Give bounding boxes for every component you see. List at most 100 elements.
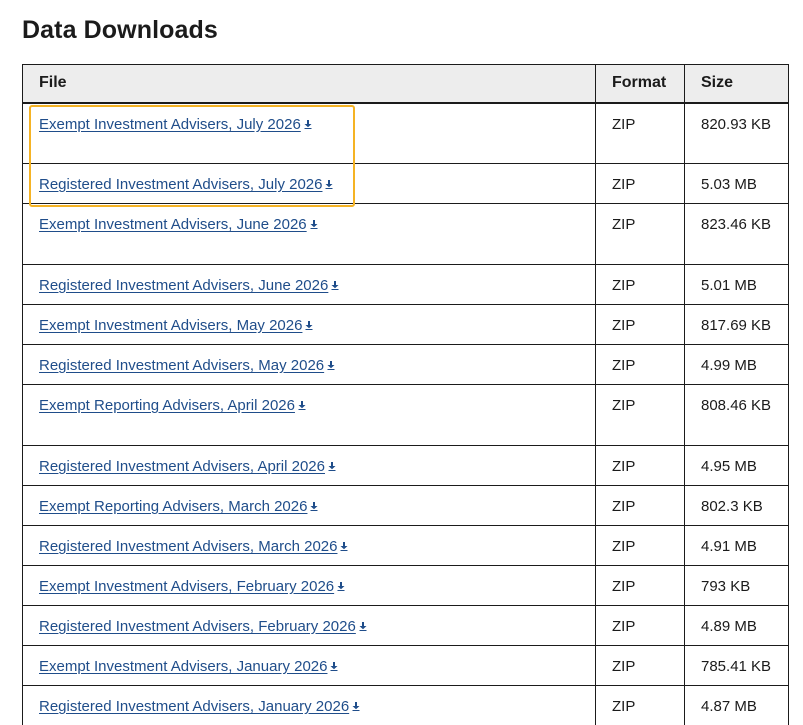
table-header-row: File Format Size bbox=[22, 64, 789, 104]
column-header-file: File bbox=[22, 64, 596, 104]
file-download-link[interactable]: Registered Investment Advisers, May 2026 bbox=[39, 357, 335, 374]
file-cell: Registered Investment Advisers, July 202… bbox=[22, 163, 596, 204]
file-download-link[interactable]: Exempt Investment Advisers, July 2026 bbox=[39, 116, 312, 133]
file-link-label: Registered Investment Advisers, April 20… bbox=[39, 458, 325, 475]
table-row: Registered Investment Advisers, June 202… bbox=[22, 264, 789, 305]
file-download-link[interactable]: Exempt Investment Advisers, January 2026 bbox=[39, 658, 338, 675]
downloads-table-container: File Format Size Exempt Investment Advis… bbox=[22, 64, 789, 725]
file-cell: Registered Investment Advisers, March 20… bbox=[22, 525, 596, 566]
table-header: File Format Size bbox=[22, 64, 789, 104]
format-cell: ZIP bbox=[595, 685, 685, 725]
table-body: Exempt Investment Advisers, July 2026 ZIP… bbox=[22, 102, 789, 725]
file-cell: Registered Investment Advisers, February… bbox=[22, 605, 596, 646]
file-download-link[interactable]: Exempt Investment Advisers, February 202… bbox=[39, 578, 345, 595]
format-cell: ZIP bbox=[595, 445, 685, 486]
file-link-label: Exempt Investment Advisers, February 202… bbox=[39, 578, 335, 595]
size-cell: 4.87 MB bbox=[684, 685, 789, 725]
table-row: Registered Investment Advisers, March 20… bbox=[22, 525, 789, 566]
file-link-label: Exempt Investment Advisers, June 2026 bbox=[39, 216, 307, 233]
file-download-link[interactable]: Exempt Reporting Advisers, April 2026 bbox=[39, 397, 306, 414]
table-row: Registered Investment Advisers, February… bbox=[22, 605, 789, 646]
column-header-format: Format bbox=[595, 64, 685, 104]
file-cell: Registered Investment Advisers, April 20… bbox=[22, 445, 596, 486]
table-row: Exempt Investment Advisers, May 2026 ZIP 8… bbox=[22, 304, 789, 345]
file-cell: Exempt Investment Advisers, July 2026 bbox=[22, 102, 596, 164]
file-cell: Exempt Investment Advisers, May 2026 bbox=[22, 304, 596, 345]
downloads-table: File Format Size Exempt Investment Advis… bbox=[22, 64, 789, 725]
size-cell: 823.46 KB bbox=[684, 203, 789, 265]
format-cell: ZIP bbox=[595, 384, 685, 446]
size-cell: 817.69 KB bbox=[684, 304, 789, 345]
file-cell: Registered Investment Advisers, June 202… bbox=[22, 264, 596, 305]
file-link-label: Exempt Investment Advisers, January 2026 bbox=[39, 658, 328, 675]
format-cell: ZIP bbox=[595, 304, 685, 345]
download-icon bbox=[325, 180, 333, 189]
download-icon bbox=[310, 502, 318, 511]
format-cell: ZIP bbox=[595, 525, 685, 566]
file-download-link[interactable]: Exempt Investment Advisers, May 2026 bbox=[39, 317, 313, 334]
file-link-label: Registered Investment Advisers, July 202… bbox=[39, 176, 323, 193]
file-download-link[interactable]: Exempt Investment Advisers, June 2026 bbox=[39, 216, 318, 233]
table-row: Registered Investment Advisers, April 20… bbox=[22, 445, 789, 486]
format-cell: ZIP bbox=[595, 645, 685, 686]
download-icon bbox=[337, 582, 345, 591]
file-link-label: Exempt Reporting Advisers, March 2026 bbox=[39, 498, 308, 515]
download-icon bbox=[310, 220, 318, 229]
file-link-label: Exempt Investment Advisers, May 2026 bbox=[39, 317, 303, 334]
download-icon bbox=[328, 462, 336, 471]
file-cell: Exempt Reporting Advisers, April 2026 bbox=[22, 384, 596, 446]
format-cell: ZIP bbox=[595, 264, 685, 305]
format-cell: ZIP bbox=[595, 485, 685, 526]
format-cell: ZIP bbox=[595, 163, 685, 204]
file-cell: Registered Investment Advisers, May 2026 bbox=[22, 344, 596, 385]
download-icon bbox=[340, 542, 348, 551]
download-icon bbox=[331, 281, 339, 290]
file-download-link[interactable]: Registered Investment Advisers, March 20… bbox=[39, 538, 348, 555]
file-link-label: Registered Investment Advisers, March 20… bbox=[39, 538, 338, 555]
size-cell: 5.01 MB bbox=[684, 264, 789, 305]
page-title: Data Downloads bbox=[22, 16, 218, 44]
file-cell: Exempt Investment Advisers, June 2026 bbox=[22, 203, 596, 265]
table-row: Exempt Investment Advisers, February 202… bbox=[22, 565, 789, 606]
size-cell: 5.03 MB bbox=[684, 163, 789, 204]
table-row: Registered Investment Advisers, January … bbox=[22, 685, 789, 725]
file-link-label: Exempt Reporting Advisers, April 2026 bbox=[39, 397, 295, 414]
size-cell: 4.91 MB bbox=[684, 525, 789, 566]
file-download-link[interactable]: Registered Investment Advisers, April 20… bbox=[39, 458, 336, 475]
file-cell: Exempt Investment Advisers, February 202… bbox=[22, 565, 596, 606]
table-row: Exempt Reporting Advisers, April 2026 ZIP… bbox=[22, 384, 789, 446]
download-icon bbox=[305, 321, 313, 330]
file-download-link[interactable]: Registered Investment Advisers, June 202… bbox=[39, 277, 339, 294]
size-cell: 4.95 MB bbox=[684, 445, 789, 486]
table-row: Registered Investment Advisers, July 202… bbox=[22, 163, 789, 204]
format-cell: ZIP bbox=[595, 203, 685, 265]
column-header-size: Size bbox=[684, 64, 789, 104]
file-link-label: Exempt Investment Advisers, July 2026 bbox=[39, 115, 301, 133]
size-cell: 808.46 KB bbox=[684, 384, 789, 446]
size-cell: 793 KB bbox=[684, 565, 789, 606]
format-cell: ZIP bbox=[595, 102, 685, 164]
table-row: Registered Investment Advisers, May 2026… bbox=[22, 344, 789, 385]
download-icon bbox=[304, 119, 312, 129]
download-icon bbox=[330, 662, 338, 671]
size-cell: 785.41 KB bbox=[684, 645, 789, 686]
file-link-label: Registered Investment Advisers, February… bbox=[39, 618, 356, 635]
size-cell: 820.93 KB bbox=[684, 102, 789, 164]
table-row: Exempt Investment Advisers, June 2026 ZIP… bbox=[22, 203, 789, 265]
file-download-link[interactable]: Registered Investment Advisers, July 202… bbox=[39, 176, 333, 193]
file-download-link[interactable]: Exempt Reporting Advisers, March 2026 bbox=[39, 498, 318, 515]
table-row: Exempt Investment Advisers, July 2026 ZIP… bbox=[22, 102, 789, 164]
format-cell: ZIP bbox=[595, 344, 685, 385]
download-icon bbox=[298, 401, 306, 410]
file-download-link[interactable]: Registered Investment Advisers, February… bbox=[39, 618, 367, 635]
file-download-link[interactable]: Registered Investment Advisers, January … bbox=[39, 698, 360, 715]
download-icon bbox=[352, 702, 360, 711]
format-cell: ZIP bbox=[595, 565, 685, 606]
table-row: Exempt Investment Advisers, January 2026… bbox=[22, 645, 789, 686]
file-link-label: Registered Investment Advisers, January … bbox=[39, 698, 350, 715]
file-link-label: Registered Investment Advisers, May 2026 bbox=[39, 357, 325, 374]
size-cell: 802.3 KB bbox=[684, 485, 789, 526]
file-link-label: Registered Investment Advisers, June 202… bbox=[39, 277, 329, 294]
download-icon bbox=[359, 622, 367, 631]
file-cell: Exempt Investment Advisers, January 2026 bbox=[22, 645, 596, 686]
